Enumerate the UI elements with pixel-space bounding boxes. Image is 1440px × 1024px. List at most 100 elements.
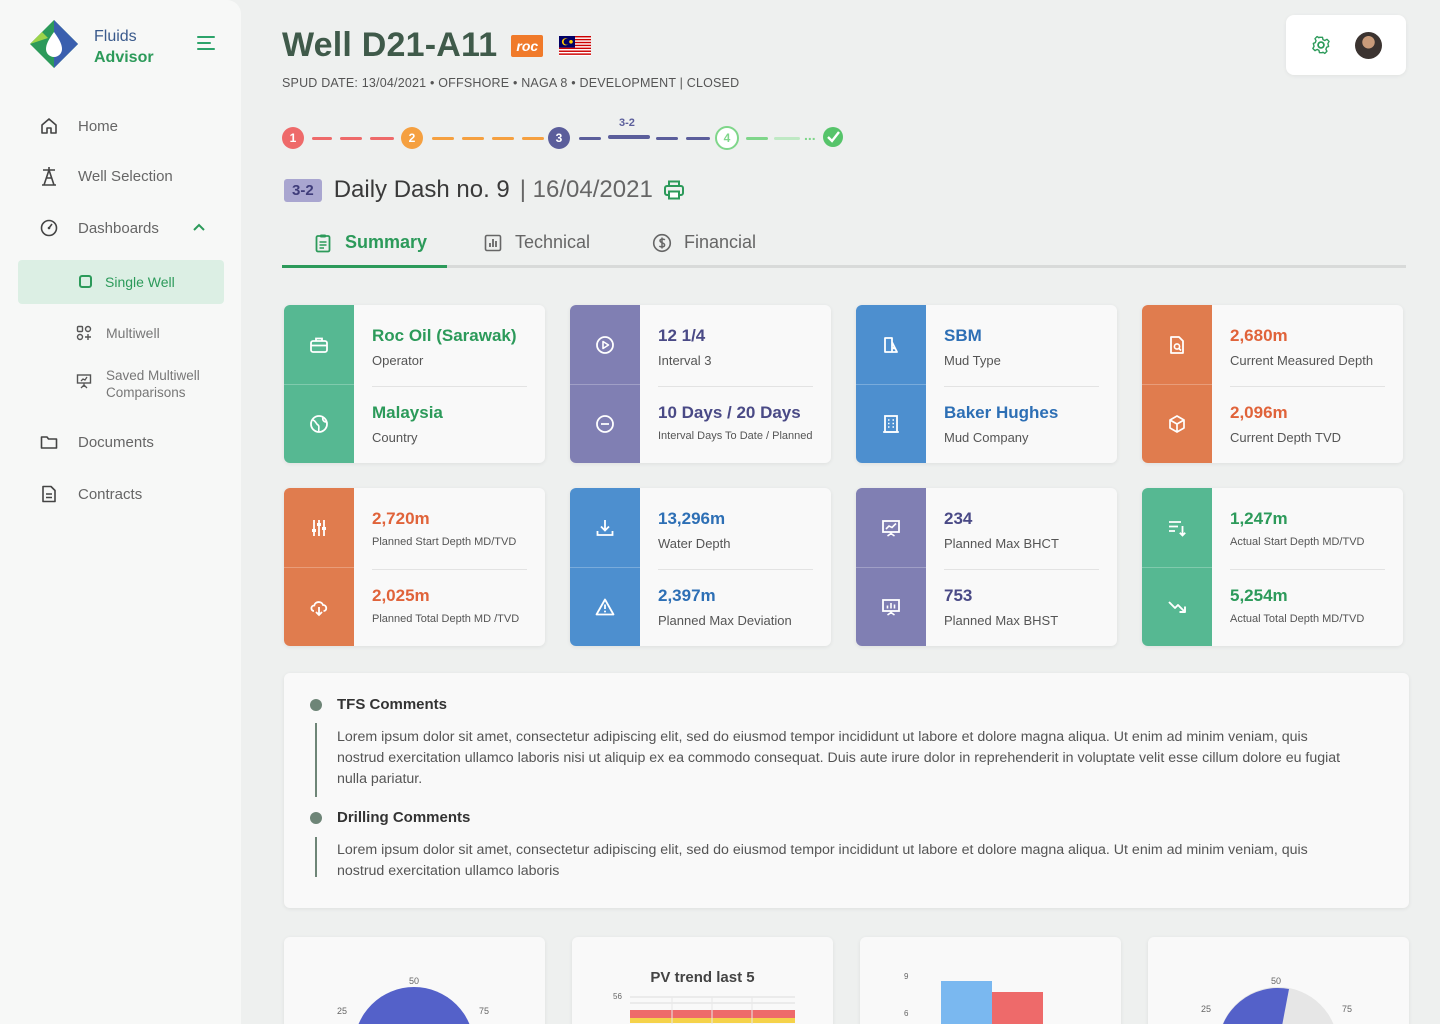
step-1[interactable]: 1 <box>282 127 304 149</box>
card-icon-band <box>1142 305 1212 463</box>
grid-icon <box>76 325 92 341</box>
comment-body: Lorem ipsum dolor sit amet, consectetur … <box>337 842 1308 879</box>
bar-1[interactable] <box>941 981 992 1024</box>
card-label: Planned Start Depth MD/TVD <box>372 536 517 548</box>
sliders-icon <box>312 519 326 536</box>
card-label: Current Depth TVD <box>1230 430 1342 445</box>
bar-chart-svg: 9 6 <box>904 972 1043 1024</box>
step-dash <box>462 137 484 140</box>
tab-summary[interactable]: Summary <box>313 220 427 265</box>
gauge-tick-label: 75 <box>1342 1004 1352 1014</box>
avatar[interactable] <box>1355 32 1382 59</box>
gauge-arc <box>358 987 470 1024</box>
sidebar-item-label: Home <box>78 117 119 135</box>
step-dash <box>312 137 332 140</box>
card-value: SBM <box>944 326 982 345</box>
sidebar-item-label: Multiwell <box>106 325 160 341</box>
printer-icon[interactable] <box>663 179 685 201</box>
dollar-circle-icon <box>652 233 672 252</box>
tab-label: Financial <box>684 232 757 252</box>
step-dash <box>656 137 678 140</box>
tab-financial[interactable]: Financial <box>652 220 756 265</box>
tab-technical[interactable]: Technical <box>483 220 590 265</box>
card-value: 2,025m <box>372 586 430 605</box>
sidebar-item-well-selection[interactable]: Well Selection <box>38 161 173 191</box>
bar-2[interactable] <box>992 992 1043 1024</box>
gauge-chart-2: 50 25 75 <box>1148 937 1409 1024</box>
summary-card: Roc Oil (Sarawak) Operator Malaysia Country <box>284 305 545 463</box>
page-title: Well D21-A11 <box>282 26 498 64</box>
gauge-tick-label: 75 <box>479 1006 489 1016</box>
warning-icon <box>595 598 615 616</box>
card-label: Mud Company <box>944 430 1029 445</box>
card-divider <box>1230 386 1385 387</box>
sidebar-item-dashboards[interactable]: Dashboards <box>38 213 159 243</box>
chevron-up-icon[interactable] <box>192 222 206 232</box>
home-icon <box>38 115 60 137</box>
sidebar: Fluids Advisor Home Well Selection Dashb… <box>0 0 241 1024</box>
card-label: Planned Max BHCT <box>944 536 1059 551</box>
gauge-arc <box>1223 987 1289 1024</box>
toolbar-panel <box>1286 15 1406 75</box>
card-label: Planned Max Deviation <box>658 613 792 628</box>
minus-circle-icon <box>596 415 614 433</box>
card-value: 5,254m <box>1230 586 1288 605</box>
menu-toggle-icon[interactable] <box>197 36 217 54</box>
gauge-icon <box>38 217 60 239</box>
sidebar-item-documents[interactable]: Documents <box>38 427 154 457</box>
card-label: Actual Total Depth MD/TVD <box>1230 613 1365 625</box>
interval-stepper: 1 2 3 3-2 4 ... <box>282 117 862 158</box>
card-value: 753 <box>944 586 973 605</box>
bar-chart-icon <box>484 234 502 251</box>
step-3[interactable]: 3 <box>548 127 570 149</box>
card-value: 10 Days / 20 Days <box>658 403 801 422</box>
y-tick-label: 56 <box>613 992 622 1001</box>
well-meta: SPUD DATE: 13/04/2021 • OFFSHORE • NAGA … <box>282 76 740 90</box>
card-icon-band <box>284 488 354 646</box>
step-2[interactable]: 2 <box>401 127 423 149</box>
pv-trend-chart: PV trend last 5 56 <box>572 937 833 1024</box>
globe-icon <box>310 415 328 433</box>
card-value: 234 <box>944 509 973 528</box>
sidebar-item-single-well[interactable]: Single Well <box>18 260 224 304</box>
check-circle-icon <box>823 127 843 147</box>
current-step-dash[interactable] <box>608 135 650 139</box>
card-label: Planned Total Depth MD /TVD <box>372 613 520 625</box>
sidebar-item-contracts[interactable]: Contracts <box>38 479 142 509</box>
card-divider <box>944 386 1099 387</box>
card-icon-band <box>284 305 354 463</box>
malaysia-flag-icon <box>559 35 592 56</box>
sidebar-item-label: Well Selection <box>78 167 173 185</box>
card-label: Country <box>372 430 418 445</box>
presentation-icon <box>76 373 92 389</box>
bar-chart: 9 6 <box>860 937 1121 1024</box>
step-dash <box>492 137 514 140</box>
brand: Fluids Advisor <box>94 26 154 68</box>
fluids-advisor-logo[interactable] <box>28 18 80 70</box>
card-icon-band <box>1142 488 1212 646</box>
brand-line1: Fluids <box>94 28 137 45</box>
step-dash <box>579 137 601 140</box>
flask-icon <box>884 336 898 353</box>
gauge-tick-label: 50 <box>1271 976 1281 986</box>
summary-card: 2,720m Planned Start Depth MD/TVD 2,025m Pl… <box>284 488 545 646</box>
summary-card: 13,296m Water Depth 2,397m Planned Max Devi… <box>570 488 831 646</box>
card-label: Operator <box>372 353 424 368</box>
gauge-svg: 50 25 75 <box>1201 976 1352 1024</box>
card-icon-band <box>856 488 926 646</box>
step-4[interactable]: 4 <box>715 126 739 150</box>
presentation-chart-icon <box>882 519 900 537</box>
card-divider <box>658 386 813 387</box>
briefcase-icon <box>310 337 328 353</box>
gear-icon[interactable] <box>1311 35 1331 55</box>
card-value: 1,247m <box>1230 509 1288 528</box>
card-value: 2,397m <box>658 586 716 605</box>
comment-body: Lorem ipsum dolor sit amet, consectetur … <box>337 729 1341 787</box>
card-label: Water Depth <box>658 536 731 551</box>
sidebar-item-multiwell[interactable]: Multiwell <box>76 325 160 341</box>
interval-badge: 3-2 <box>284 178 322 202</box>
step-dash <box>340 137 362 140</box>
sidebar-item-home[interactable]: Home <box>38 111 118 141</box>
card-label: Interval 3 <box>658 353 712 368</box>
sidebar-item-saved-multiwell[interactable]: Saved Multiwell Comparisons <box>76 367 200 401</box>
